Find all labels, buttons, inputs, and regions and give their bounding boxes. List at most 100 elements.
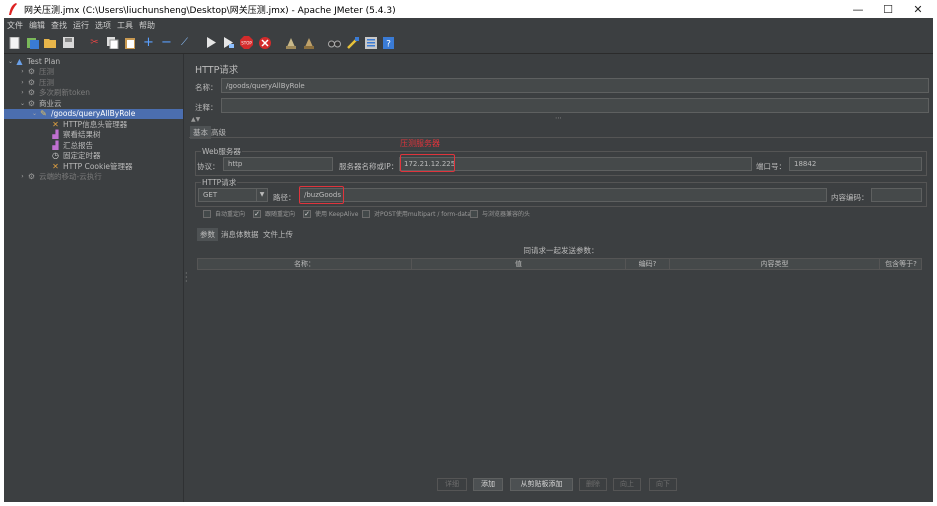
- menu-edit[interactable]: 编辑: [29, 20, 45, 31]
- tree-node[interactable]: ⌄ ▲ Test Plan: [4, 56, 183, 67]
- chevron-right-icon[interactable]: ›: [18, 89, 27, 96]
- protocol-input[interactable]: http: [223, 157, 333, 171]
- tree-node-label: /goods/queryAllByRole: [51, 109, 136, 119]
- chevron-down-icon[interactable]: ⌄: [30, 110, 39, 117]
- menu-options[interactable]: 选项: [95, 20, 111, 31]
- tab-body-data[interactable]: 消息体数据: [221, 229, 259, 240]
- tree-node-label: 云端的移动-云执行: [39, 172, 102, 182]
- follow-redirect-checkbox[interactable]: ✓ 跟随重定向: [253, 209, 295, 218]
- chevron-right-icon[interactable]: ›: [18, 79, 27, 86]
- checkbox-label: 与浏览器兼容的头: [482, 211, 531, 218]
- start-icon[interactable]: [204, 36, 217, 49]
- tree-node[interactable]: ◷ 固定定时器: [4, 151, 183, 162]
- move-up-button[interactable]: 向上: [613, 478, 641, 491]
- http-request-legend: HTTP请求: [201, 177, 238, 188]
- check-icon: ✓: [253, 209, 261, 218]
- thread-group-icon: ⚙: [27, 98, 36, 108]
- search-icon[interactable]: [328, 36, 341, 49]
- protocol-label: 协议：: [197, 162, 220, 171]
- start-no-pause-icon[interactable]: [222, 36, 235, 49]
- help-icon[interactable]: ?: [382, 36, 395, 49]
- tree-node[interactable]: › ⚙ 压测: [4, 67, 183, 78]
- tree-node[interactable]: ▟ 汇总报告: [4, 140, 183, 151]
- thread-group-icon: ⚙: [27, 67, 36, 77]
- tree-node[interactable]: ▟ 察看结果树: [4, 130, 183, 141]
- move-down-button[interactable]: 向下: [649, 478, 677, 491]
- toolbar-separator: [320, 36, 323, 49]
- open-icon[interactable]: [44, 36, 57, 49]
- clear-icon[interactable]: [284, 36, 297, 49]
- toolbar-separator: [276, 36, 279, 49]
- menu-file[interactable]: 文件: [7, 20, 23, 31]
- tree-node-label: 汇总报告: [63, 140, 93, 150]
- tree-node[interactable]: ✕ HTTP信息头管理器: [4, 119, 183, 130]
- comment-label: 注释：: [195, 103, 218, 112]
- templates-icon[interactable]: [26, 36, 39, 49]
- paste-icon[interactable]: [124, 36, 137, 49]
- check-icon: ✓: [303, 209, 311, 218]
- add-from-clipboard-button[interactable]: 从剪贴板添加: [510, 478, 573, 491]
- port-input[interactable]: 18842: [789, 157, 922, 171]
- tab-files-upload[interactable]: 文件上传: [263, 229, 293, 240]
- shutdown-icon[interactable]: [258, 36, 271, 49]
- params-table-body[interactable]: [197, 270, 922, 470]
- collapse-grip-icon[interactable]: ⋯: [555, 114, 562, 122]
- test-plan-tree: ⌄ ▲ Test Plan › ⚙ 压测 › ⚙ 压测 › ⚙ 多次刷新token ⌄ ⚙ 商业云 ⌄ ✎/go…: [4, 54, 183, 502]
- checkbox-label: 使用 KeepAlive: [315, 211, 359, 218]
- save-icon[interactable]: [62, 36, 75, 49]
- delete-button[interactable]: 删除: [579, 478, 607, 491]
- copy-icon[interactable]: [106, 36, 119, 49]
- keepalive-checkbox[interactable]: ✓ 使用 KeepAlive: [303, 209, 358, 218]
- path-input[interactable]: /buzGoods: [299, 188, 827, 202]
- tree-node[interactable]: ⌄ ✎ /goods/queryAllByRole: [4, 108, 183, 119]
- expand-arrows-icon[interactable]: ▲▼: [191, 116, 200, 123]
- method-select[interactable]: GET ▼: [198, 188, 268, 202]
- expand-icon[interactable]: +: [142, 36, 155, 49]
- browser-headers-checkbox[interactable]: 与浏览器兼容的头: [470, 209, 530, 218]
- column-value[interactable]: 值: [412, 259, 626, 270]
- name-input[interactable]: /goods/queryAllByRole: [221, 78, 929, 93]
- tab-parameters[interactable]: 参数: [197, 228, 218, 241]
- chevron-down-icon[interactable]: ⌄: [18, 100, 27, 107]
- minimize-button[interactable]: —: [843, 3, 873, 16]
- column-include-equals[interactable]: 包含等于?: [880, 259, 922, 270]
- svg-text:STOP: STOP: [241, 41, 252, 46]
- column-encode[interactable]: 编码?: [626, 259, 670, 270]
- tree-node[interactable]: ⌄ ⚙ 商业云: [4, 98, 183, 109]
- tree-node[interactable]: › ⚙ 压测: [4, 77, 183, 88]
- reset-search-icon[interactable]: [346, 36, 359, 49]
- menu-tools[interactable]: 工具: [117, 20, 133, 31]
- close-button[interactable]: ✕: [903, 3, 933, 16]
- thread-group-icon: ⚙: [27, 88, 36, 98]
- encoding-input[interactable]: [871, 188, 922, 202]
- cut-icon[interactable]: ✂: [88, 36, 101, 49]
- header-manager-icon: ✕: [52, 119, 59, 129]
- menu-run[interactable]: 运行: [73, 20, 89, 31]
- add-button[interactable]: 添加: [473, 478, 503, 491]
- chevron-right-icon[interactable]: ›: [18, 173, 27, 180]
- tree-node-label: 多次刷新token: [39, 88, 90, 98]
- path-highlight-box: [299, 186, 344, 204]
- collapse-icon[interactable]: −: [160, 36, 173, 49]
- toggle-icon[interactable]: ⟋: [178, 36, 191, 49]
- function-helper-icon[interactable]: [364, 36, 377, 49]
- maximize-button[interactable]: ☐: [873, 3, 903, 16]
- menu-help[interactable]: 帮助: [139, 20, 155, 31]
- tree-node[interactable]: ✕ HTTP Cookie管理器: [4, 161, 183, 172]
- column-content-type[interactable]: 内容类型: [670, 259, 880, 270]
- tree-node[interactable]: › ⚙ 云端的移动-云执行: [4, 172, 183, 183]
- thread-group-icon: ⚙: [27, 77, 36, 87]
- detail-button[interactable]: 详细: [437, 478, 467, 491]
- clear-all-icon[interactable]: [302, 36, 315, 49]
- comment-input[interactable]: [221, 98, 929, 113]
- auto-redirect-checkbox[interactable]: 自动重定向: [203, 209, 245, 218]
- multipart-checkbox[interactable]: 对POST使用multipart / form-data: [362, 209, 471, 218]
- column-name[interactable]: 名称：: [198, 259, 412, 270]
- chevron-right-icon[interactable]: ›: [18, 68, 27, 75]
- tree-node[interactable]: › ⚙ 多次刷新token: [4, 88, 183, 99]
- chevron-down-icon[interactable]: ⌄: [6, 58, 15, 65]
- menu-search[interactable]: 查找: [51, 20, 67, 31]
- new-icon[interactable]: [8, 36, 21, 49]
- listener-icon: ▟: [52, 140, 59, 150]
- stop-icon[interactable]: STOP: [240, 36, 253, 49]
